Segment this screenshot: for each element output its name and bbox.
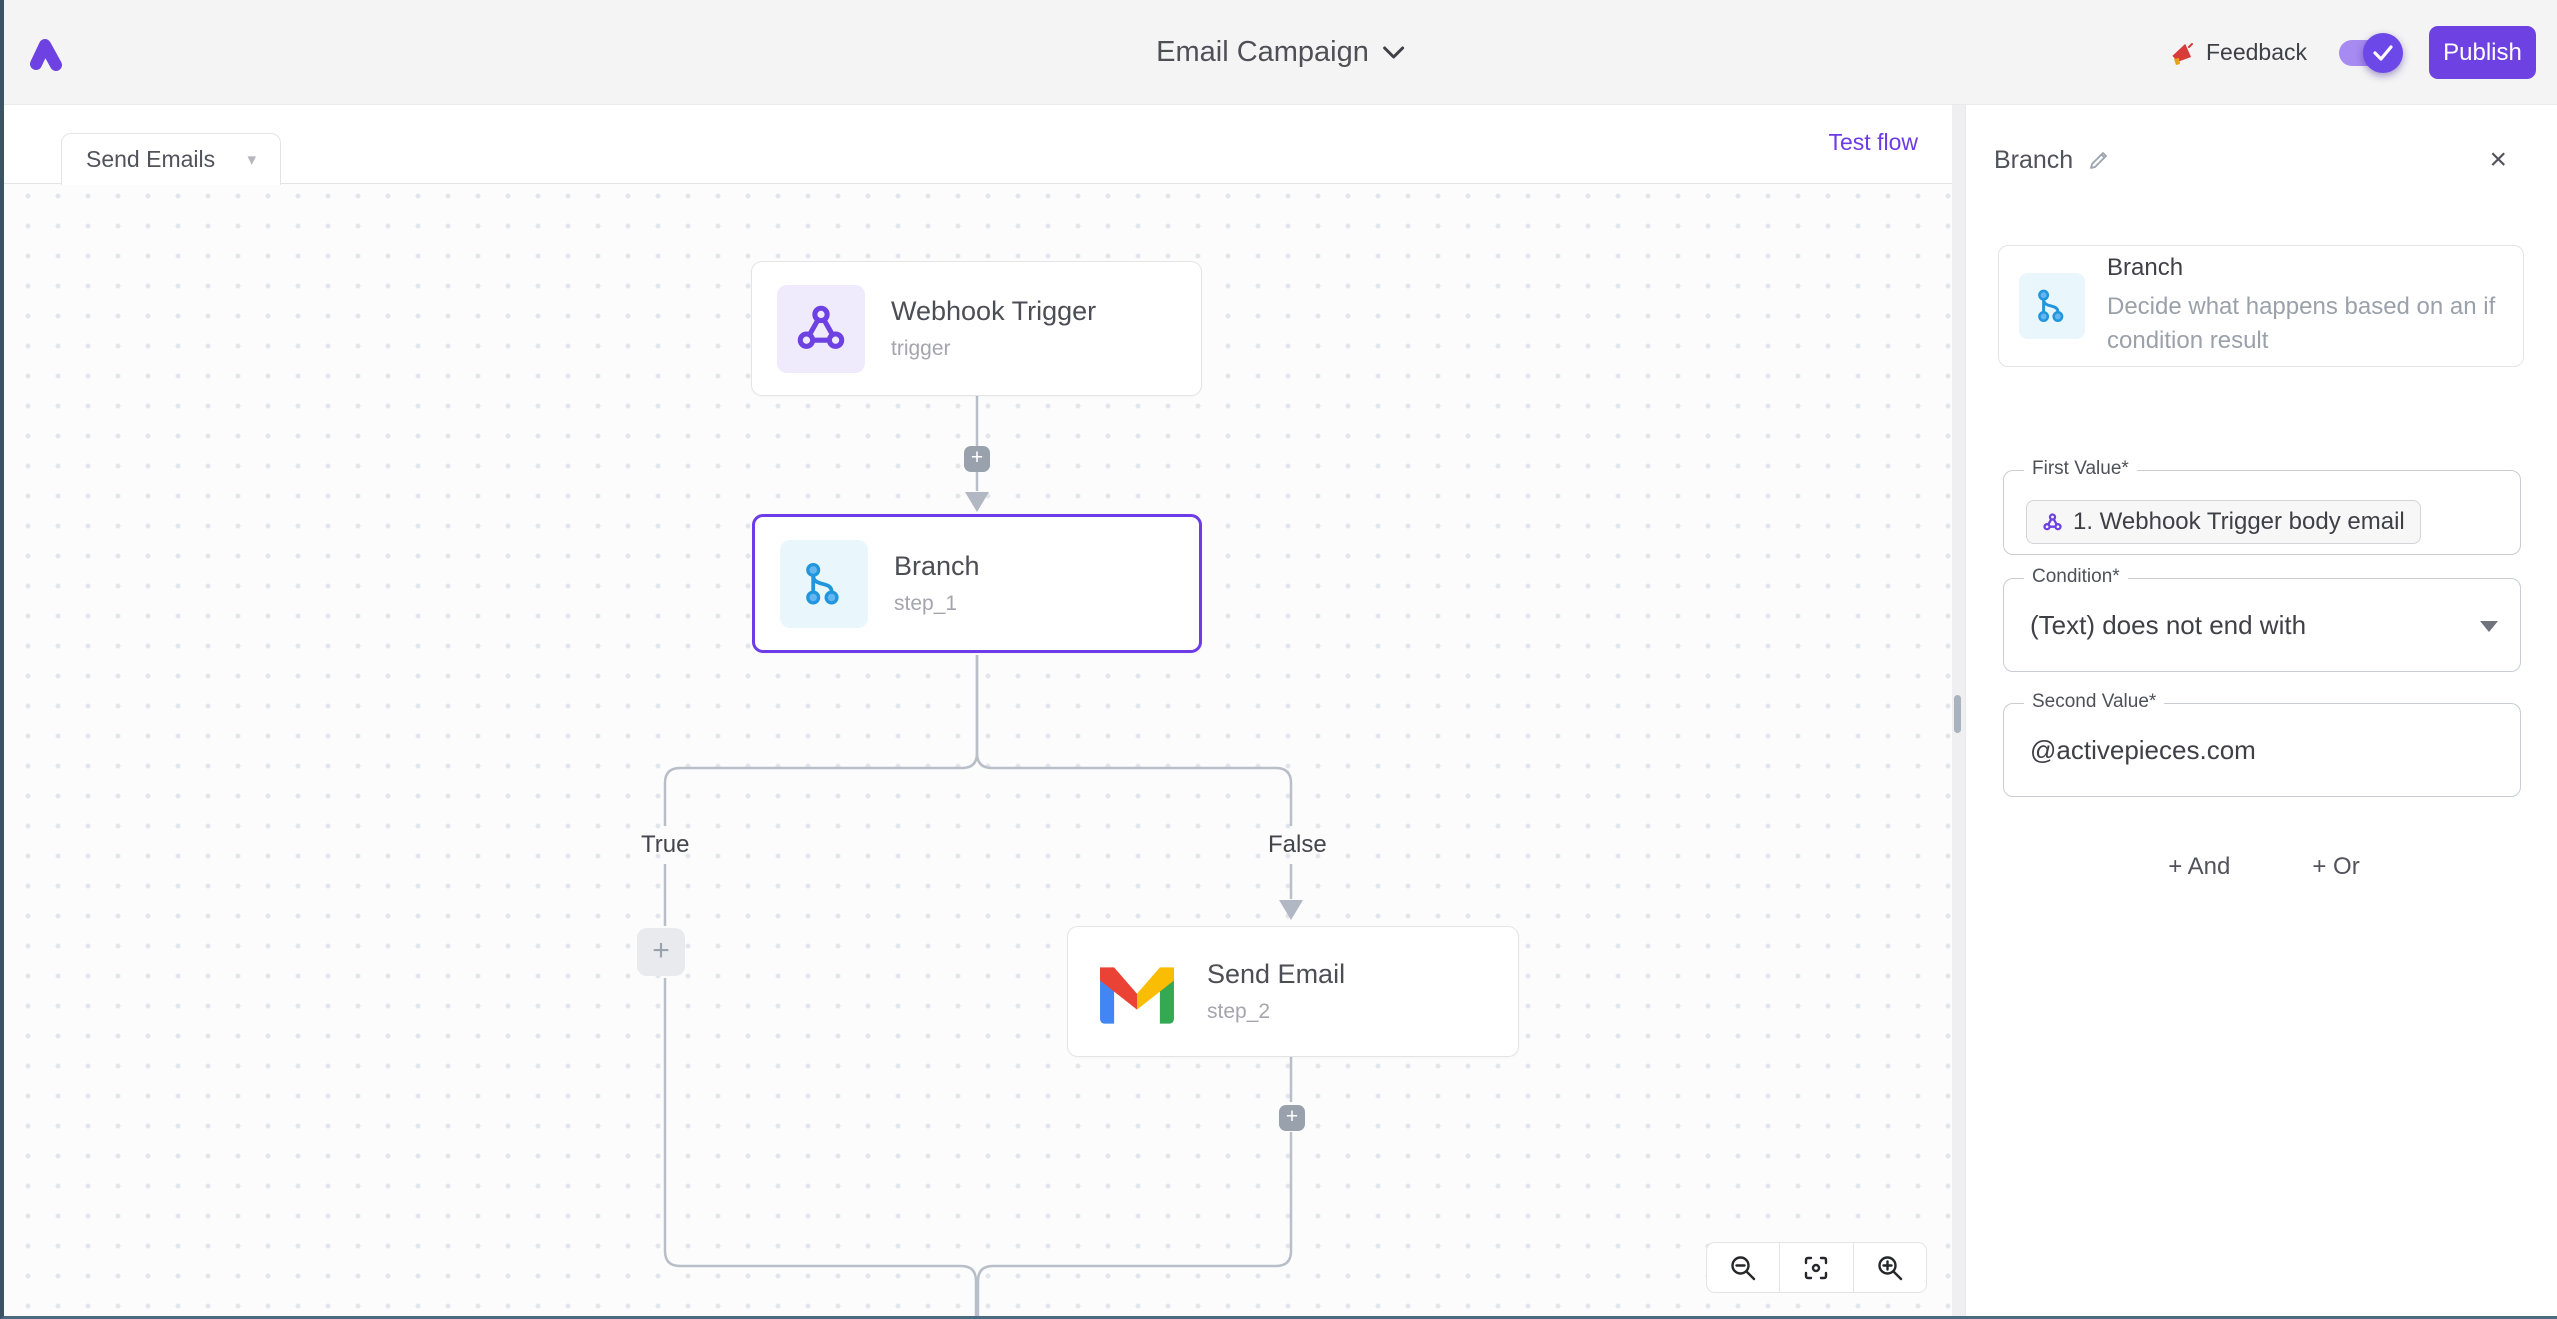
add-and-button[interactable]: + And: [2158, 845, 2240, 889]
flow-tab-label: Send Emails: [86, 146, 215, 173]
edit-name-icon[interactable]: [2087, 148, 2111, 172]
gmail-icon: [1093, 948, 1181, 1036]
node-webhook-trigger[interactable]: Webhook Trigger trigger: [751, 261, 1202, 396]
first-value-label: First Value*: [2024, 458, 2137, 480]
activepieces-logo-icon[interactable]: [27, 37, 63, 73]
add-or-button[interactable]: + Or: [2302, 845, 2369, 889]
node-subtitle: step_1: [894, 592, 980, 616]
piece-info-card: Branch Decide what happens based on an i…: [1998, 245, 2524, 367]
node-title: Branch: [894, 551, 980, 582]
add-step-placeholder-button[interactable]: +: [637, 928, 685, 976]
zoom-in-icon: [1876, 1254, 1904, 1282]
node-subtitle: trigger: [891, 337, 1096, 361]
first-value-chip-text: 1. Webhook Trigger body email: [2073, 508, 2405, 536]
add-step-button[interactable]: +: [964, 446, 990, 472]
caret-down-icon: ▾: [247, 150, 256, 170]
toggle-thumb: [2363, 33, 2403, 73]
node-text: Webhook Trigger trigger: [891, 296, 1096, 361]
feedback-label: Feedback: [2206, 39, 2307, 66]
node-send-email[interactable]: Send Email step_2: [1067, 926, 1519, 1057]
panel-header: Branch ×: [1994, 145, 2533, 175]
piece-description: Decide what happens based on an if condi…: [2107, 290, 2527, 358]
test-flow-link[interactable]: Test flow: [1829, 129, 1918, 156]
first-value-chip[interactable]: 1. Webhook Trigger body email: [2026, 500, 2421, 544]
megaphone-icon: [2169, 40, 2195, 66]
branch-icon: [2019, 273, 2085, 339]
webhook-icon: [2042, 512, 2063, 533]
first-value-field[interactable]: First Value* 1. Webhook Trigger body ema…: [2003, 470, 2521, 555]
caret-down-icon: [2480, 621, 2498, 632]
condition-value: (Text) does not end with: [2030, 579, 2306, 671]
branch-label-true: True: [641, 831, 689, 859]
publish-toggle[interactable]: [2339, 40, 2399, 66]
check-icon: [2373, 45, 2393, 61]
branch-icon: [780, 540, 868, 628]
flow-title-text: Email Campaign: [1156, 36, 1369, 69]
feedback-button[interactable]: Feedback: [2169, 39, 2307, 66]
condition-select[interactable]: Condition* (Text) does not end with: [2003, 578, 2521, 672]
node-title: Send Email: [1207, 959, 1345, 990]
fit-view-icon: [1802, 1254, 1830, 1282]
step-settings-panel: Branch × Branch Decide what ha: [1965, 105, 2557, 1319]
flow-title-dropdown[interactable]: Email Campaign: [1156, 0, 1405, 105]
top-header: Email Campaign Feedback: [4, 0, 2557, 105]
fit-view-button[interactable]: [1779, 1243, 1852, 1292]
branch-label-false: False: [1268, 831, 1327, 859]
node-branch[interactable]: Branch step_1: [752, 514, 1202, 653]
canvas-zoom-controls: [1706, 1242, 1927, 1293]
plus-icon: +: [971, 446, 983, 469]
zoom-in-button[interactable]: [1853, 1243, 1926, 1292]
zoom-out-button[interactable]: [1707, 1243, 1779, 1292]
plus-icon: +: [1286, 1105, 1298, 1128]
node-subtitle: step_2: [1207, 1000, 1345, 1024]
second-value-input[interactable]: [2004, 704, 2520, 796]
node-text: Branch step_1: [894, 551, 980, 616]
plus-icon: +: [652, 934, 670, 967]
condition-group-buttons: + And + Or: [1966, 845, 2557, 889]
panel-title: Branch: [1994, 146, 2073, 175]
piece-info-text: Branch Decide what happens based on an i…: [2107, 254, 2527, 358]
flow-tab-send-emails[interactable]: Send Emails ▾: [61, 133, 281, 185]
flow-canvas[interactable]: + Send Emails ▾ Test flow Webhook Trigge…: [4, 105, 1952, 1319]
chevron-down-icon: [1383, 46, 1405, 60]
header-actions: Feedback Publish: [2169, 0, 2536, 105]
zoom-out-icon: [1729, 1254, 1757, 1282]
second-value-field: Second Value*: [2003, 703, 2521, 797]
scrollbar-thumb[interactable]: [1954, 695, 1961, 733]
webhook-icon: [777, 285, 865, 373]
add-step-button[interactable]: +: [1279, 1105, 1305, 1131]
flow-toolbar-strip: [4, 105, 1952, 184]
close-panel-button[interactable]: ×: [2489, 145, 2507, 175]
node-title: Webhook Trigger: [891, 296, 1096, 327]
publish-button[interactable]: Publish: [2429, 26, 2536, 79]
node-text: Send Email step_2: [1207, 959, 1345, 1024]
app-window: Email Campaign Feedback: [0, 0, 2557, 1319]
piece-name: Branch: [2107, 254, 2527, 282]
